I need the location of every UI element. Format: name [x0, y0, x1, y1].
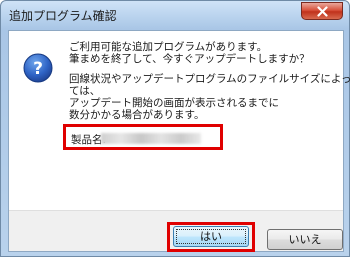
message-line-5: アップデート開始の画面が表示されるまでに [69, 97, 279, 109]
message-line-6: 数分かかる場合があります。 [69, 109, 205, 121]
no-button-label: いいえ [288, 233, 322, 246]
close-icon [317, 6, 328, 17]
dialog-content: ? ご利用可能な追加プログラムがあります。 筆まめを終了して、今すぐアップデート… [8, 30, 350, 252]
title-bar[interactable]: 追加プログラム確認 [1, 1, 349, 29]
close-button[interactable] [301, 2, 343, 20]
question-icon: ? [23, 53, 53, 83]
message-line-2: 筆まめを終了して、今すぐアップデートしますか？ [69, 53, 310, 65]
yes-button[interactable]: はい [173, 226, 249, 247]
message-line-1: ご利用可能な追加プログラムがあります。 [69, 41, 268, 53]
product-name-highlight: 製品名: [63, 124, 223, 150]
no-button[interactable]: いいえ [267, 229, 343, 250]
dialog-window: 追加プログラム確認 ? ご利用可能な追加プログラムがあります。 筆まめを終了して… [0, 0, 350, 257]
svg-text:?: ? [33, 59, 43, 79]
message-line-3: 回線状況やアップデートプログラムのファイルサイズによっ [69, 73, 350, 85]
message-line-4: ては、 [69, 85, 101, 97]
product-name-redacted [101, 133, 201, 144]
focus-ring [176, 229, 246, 244]
window-title: 追加プログラム確認 [9, 9, 117, 23]
